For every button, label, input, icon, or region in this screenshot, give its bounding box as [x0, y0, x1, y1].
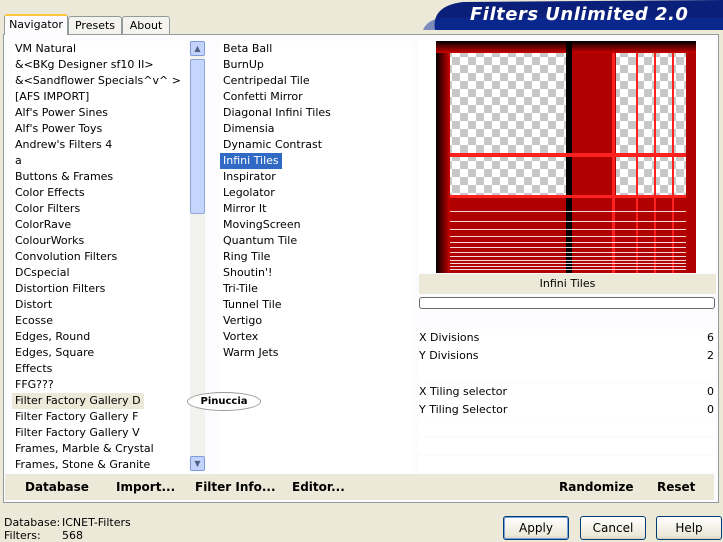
category-item[interactable]: ColourWorks: [12, 233, 87, 249]
status-label: Database:: [4, 516, 61, 529]
watermark-logo: Pinuccia: [187, 392, 261, 411]
filter-item[interactable]: Warm Jets: [220, 345, 282, 361]
category-item[interactable]: a: [12, 153, 25, 169]
param-x-tiling-selector[interactable]: X Tiling selector 0: [419, 383, 716, 401]
category-item[interactable]: [AFS IMPORT]: [12, 89, 92, 105]
category-item[interactable]: Distort: [12, 297, 55, 313]
progress-bar: [419, 297, 715, 309]
database-button[interactable]: Database: [25, 479, 89, 495]
scroll-down-icon[interactable]: ▼: [190, 456, 205, 471]
filter-item[interactable]: Vortex: [220, 329, 261, 345]
category-item[interactable]: ColorRave: [12, 217, 74, 233]
category-item[interactable]: Convolution Filters: [12, 249, 120, 265]
category-item[interactable]: Color Filters: [12, 201, 83, 217]
category-item[interactable]: Frames, Stone & Granite: [12, 457, 153, 473]
category-item[interactable]: Color Effects: [12, 185, 88, 201]
status-value: ICNET-Filters: [62, 516, 131, 529]
filter-item[interactable]: Quantum Tile: [220, 233, 300, 249]
category-item[interactable]: Andrew's Filters 4: [12, 137, 115, 153]
filter-item[interactable]: MovingScreen: [220, 217, 304, 233]
param-label: X Tiling selector: [419, 385, 507, 398]
param-empty-row[interactable]: [419, 438, 716, 454]
filter-info-button[interactable]: Filter Info...: [195, 479, 276, 495]
filter-item[interactable]: Dimensia: [220, 121, 278, 137]
filter-item[interactable]: Beta Ball: [220, 41, 275, 57]
category-item[interactable]: Edges, Square: [12, 345, 97, 361]
category-item[interactable]: Frames, Marble & Crystal: [12, 441, 157, 457]
filter-item[interactable]: Legolator: [220, 185, 278, 201]
param-label: X Divisions: [419, 331, 480, 344]
category-item[interactable]: Ecosse: [12, 313, 56, 329]
param-empty-row[interactable]: [419, 365, 716, 381]
category-item[interactable]: Alf's Power Toys: [12, 121, 105, 137]
param-y-divisions[interactable]: Y Divisions 2: [419, 347, 716, 365]
param-value: 0: [707, 403, 714, 416]
cancel-button[interactable]: Cancel: [580, 516, 646, 540]
category-item[interactable]: FFG???: [12, 377, 57, 393]
filter-item[interactable]: Dynamic Contrast: [220, 137, 325, 153]
category-item[interactable]: Filter Factory Gallery F: [12, 409, 141, 425]
category-item[interactable]: Effects: [12, 361, 55, 377]
param-x-divisions[interactable]: X Divisions 6: [419, 329, 716, 347]
import-button[interactable]: Import...: [116, 479, 175, 495]
category-item[interactable]: VM Natural: [12, 41, 79, 57]
status-value: 568: [62, 529, 83, 542]
category-item[interactable]: Buttons & Frames: [12, 169, 116, 185]
tab-presets[interactable]: Presets: [68, 16, 122, 34]
help-button[interactable]: Help: [656, 516, 722, 540]
status-filters: Filters: 568: [4, 529, 83, 542]
param-spacer: [419, 311, 716, 327]
category-list[interactable]: VM Natural &<BKg Designer sf10 II> &<Sandf…: [12, 41, 189, 473]
category-item[interactable]: Edges, Round: [12, 329, 93, 345]
param-empty-row[interactable]: [419, 456, 716, 472]
filter-item[interactable]: Ring Tile: [220, 249, 273, 265]
filter-item[interactable]: Infini Tiles: [220, 153, 282, 169]
param-value: 0: [707, 385, 714, 398]
filter-item[interactable]: BurnUp: [220, 57, 267, 73]
preview-caption: Infini Tiles: [419, 274, 716, 294]
param-empty-row[interactable]: [419, 420, 716, 436]
tab-about[interactable]: About: [122, 16, 170, 34]
param-label: Y Divisions: [419, 349, 479, 362]
filter-item[interactable]: Diagonal Infini Tiles: [220, 105, 334, 121]
filter-item[interactable]: Vertigo: [220, 313, 265, 329]
preview-image: [436, 41, 696, 273]
category-item[interactable]: &<BKg Designer sf10 II>: [12, 57, 157, 73]
scroll-thumb[interactable]: [190, 59, 205, 214]
status-database: Database: ICNET-Filters: [4, 516, 131, 529]
status-label: Filters:: [4, 529, 41, 542]
filter-item[interactable]: Centripedal Tile: [220, 73, 313, 89]
category-item[interactable]: Distortion Filters: [12, 281, 108, 297]
filter-item[interactable]: Tunnel Tile: [220, 297, 285, 313]
filter-item[interactable]: Confetti Mirror: [220, 89, 306, 105]
param-value: 6: [707, 331, 714, 344]
filter-item[interactable]: Inspirator: [220, 169, 279, 185]
param-label: Y Tiling Selector: [419, 403, 508, 416]
category-item[interactable]: Filter Factory Gallery V: [12, 425, 143, 441]
param-y-tiling-selector[interactable]: Y Tiling Selector 0: [419, 401, 716, 419]
filter-item[interactable]: Shoutin'!: [220, 265, 275, 281]
filter-item[interactable]: Mirror It: [220, 201, 269, 217]
reset-button[interactable]: Reset: [657, 479, 695, 495]
filter-item[interactable]: Tri-Tile: [220, 281, 261, 297]
category-item[interactable]: Filter Factory Gallery D: [12, 393, 144, 409]
editor-button[interactable]: Editor...: [292, 479, 345, 495]
category-item[interactable]: &<Sandflower Specials^v^ >: [12, 73, 184, 89]
scroll-up-icon[interactable]: ▲: [190, 41, 205, 56]
category-item[interactable]: Alf's Power Sines: [12, 105, 111, 121]
param-value: 2: [707, 349, 714, 362]
app-title: Filters Unlimited 2.0: [470, 4, 689, 25]
randomize-button[interactable]: Randomize: [559, 479, 633, 495]
tab-navigator[interactable]: Navigator: [4, 14, 68, 35]
apply-button[interactable]: Apply: [503, 516, 569, 540]
category-item[interactable]: DCspecial: [12, 265, 73, 281]
